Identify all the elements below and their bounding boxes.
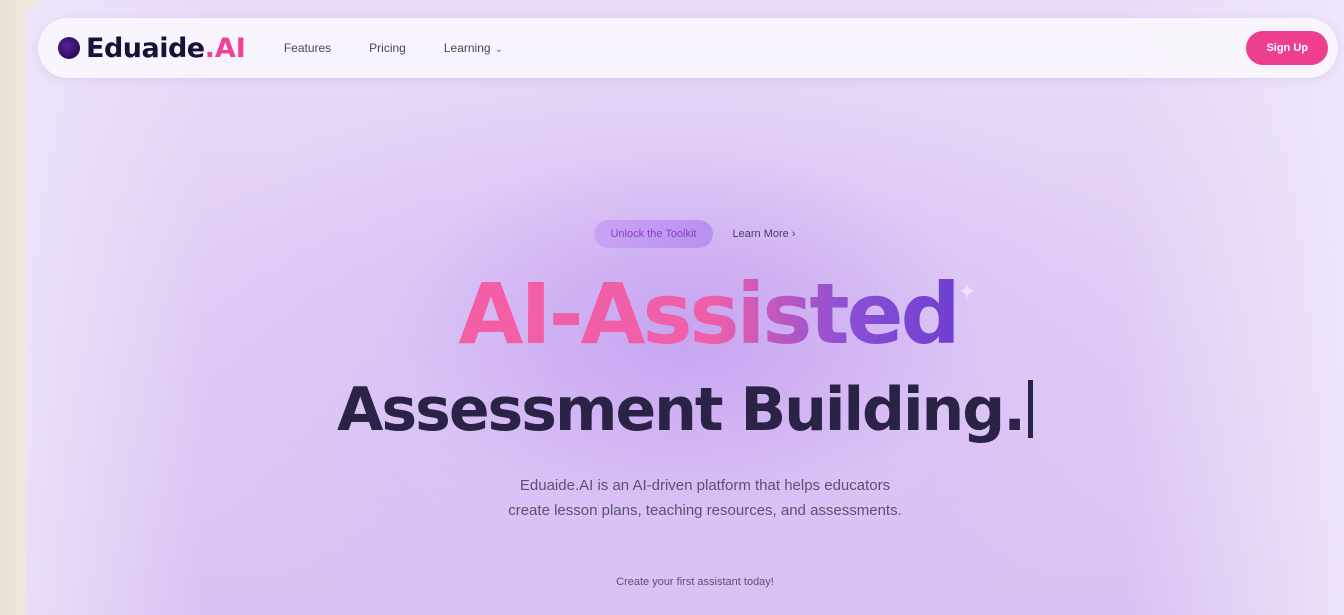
announcement-row: Unlock the Toolkit Learn More › [26,220,1344,248]
nav-links: Features Pricing Learning ⌄ [284,41,503,55]
brand-accent: .AI [204,32,246,64]
sparkle-icon: ✦ [958,280,977,305]
nav-link-learning-label: Learning [443,41,491,55]
arrow-right-icon: › [791,228,796,240]
hero-section: Unlock the Toolkit Learn More › AI-Assis… [26,0,1344,615]
learn-more-link[interactable]: Learn More › [733,228,796,240]
brand-logo[interactable]: Eduaide .AI [58,33,246,64]
top-navbar: Eduaide .AI Features Pricing Learning ⌄ Si… [38,18,1338,78]
learn-more-label: Learn More [732,228,789,240]
logo-icon [58,37,80,59]
nav-link-learning[interactable]: Learning ⌄ [444,41,503,55]
cta-note[interactable]: Create your first assistant today! [26,576,1344,588]
typing-cursor [1028,380,1034,438]
nav-link-features[interactable]: Features [284,41,331,55]
description-line-1: Eduaide.AI is an AI-driven platform that… [519,477,891,494]
description-line-2: create lesson plans, teaching resources,… [508,501,902,519]
sign-up-button[interactable]: Sign Up [1246,31,1328,65]
chevron-down-icon: ⌄ [494,44,503,55]
hero-description: Eduaide.AI is an AI-driven platform that… [26,474,1344,524]
announcement-pill[interactable]: Unlock the Toolkit [594,220,713,248]
headline-gradient: AI-Assisted [26,272,1344,356]
headline-gradient-text: AI-Assisted [412,265,960,363]
headline-main: Assessment Building. [26,380,1344,440]
brand-name: Eduaide [86,32,205,64]
nav-link-pricing[interactable]: Pricing [369,41,406,55]
headline-main-text: Assessment Building. [336,375,1026,445]
